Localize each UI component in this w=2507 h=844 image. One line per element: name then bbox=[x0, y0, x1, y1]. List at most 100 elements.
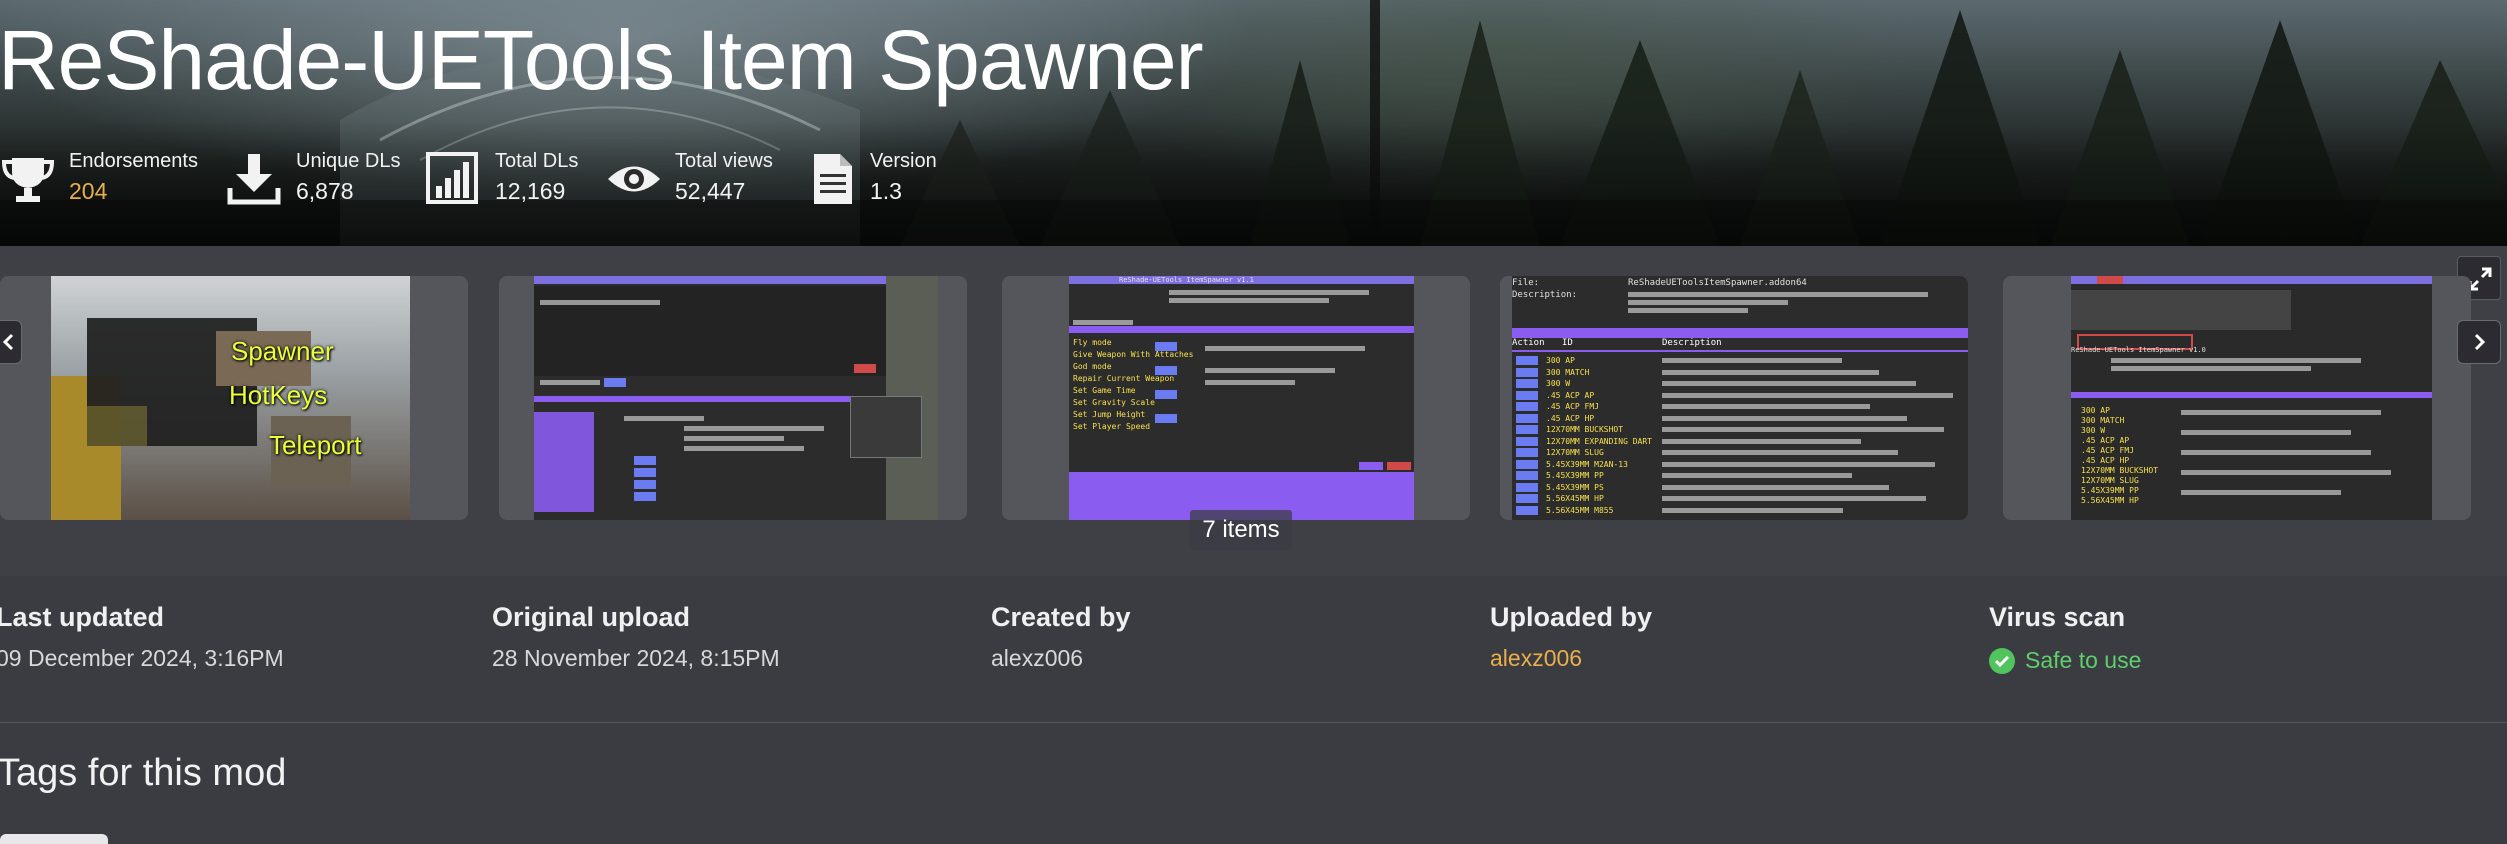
gallery-slide-2[interactable] bbox=[499, 276, 967, 520]
thumbnail-row-id: 300 MATCH bbox=[1546, 367, 1590, 377]
thumbnail-row-id: 5.45X39MM PP bbox=[1546, 471, 1604, 480]
detail-value: 28 November 2024, 8:15PM bbox=[492, 645, 780, 671]
virus-scan-value: Safe to use bbox=[2025, 647, 2142, 673]
detail-original-upload: Original upload 28 November 2024, 8:15PM bbox=[492, 602, 780, 672]
stat-value: 12,169 bbox=[495, 178, 566, 204]
thumbnail-row-id: 5.56X45MM M855 bbox=[1546, 505, 1614, 515]
detail-last-updated: Last updated 09 December 2024, 3:16PM bbox=[0, 602, 284, 672]
gallery-item-count: 7 items bbox=[1190, 510, 1292, 550]
thumbnail-row-description bbox=[1662, 461, 1935, 467]
thumbnail-row-description bbox=[1662, 369, 1879, 375]
thumbnail-row-id: .45 ACP FMJ bbox=[1546, 402, 1599, 411]
gallery-thumbnail: File: Description: ReShadeUEToolsItemSpa… bbox=[1512, 276, 1968, 520]
section-divider bbox=[0, 722, 2507, 723]
gallery-thumbnail: ReShade-UETools ItemSpawner v1.1 Fly mod… bbox=[1069, 276, 1414, 520]
thumbnail-caption: Teleport bbox=[269, 430, 362, 460]
gallery-slide-3[interactable]: ReShade-UETools ItemSpawner v1.1 Fly mod… bbox=[1002, 276, 1470, 520]
thumbnail-row-id: 5.45X39MM PS bbox=[1546, 482, 1604, 492]
thumbnail-row-description bbox=[1662, 496, 1926, 501]
thumbnail-add-button bbox=[1516, 459, 1538, 469]
thumbnail-window-title: ReShade-UETools ItemSpawner v1.1 bbox=[1119, 276, 1254, 284]
stat-label: Endorsements bbox=[69, 150, 198, 172]
thumbnail-row-description bbox=[1662, 392, 1953, 398]
gallery-next-button[interactable] bbox=[2457, 320, 2501, 364]
detail-label: Uploaded by bbox=[1490, 602, 1653, 632]
detail-label: Original upload bbox=[492, 602, 691, 632]
eye-icon bbox=[608, 166, 660, 192]
thumbnail-row-id: 300 AP bbox=[1546, 356, 1575, 365]
gallery-slide-5[interactable]: ReShade-UETools ItemSpawner v1.0 300 AP … bbox=[2003, 276, 2471, 520]
thumbnail-row-description bbox=[1662, 404, 1870, 409]
thumbnail-row-id: 12X70MM SLUG bbox=[1546, 448, 1604, 457]
detail-label: Created by bbox=[991, 602, 1131, 632]
stat-value: 52,447 bbox=[675, 178, 746, 204]
thumbnail-caption: HotKeys bbox=[229, 380, 328, 410]
stat-value: 1.3 bbox=[870, 178, 902, 204]
thumbnail-row-description bbox=[1662, 484, 1889, 490]
thumbnail-row-description bbox=[1662, 507, 1843, 513]
thumbnail-row-description bbox=[1662, 427, 1944, 432]
thumbnail-row-id: .45 ACP HP bbox=[1546, 413, 1595, 423]
thumbnail-row-id: 12X70MM EXPANDING DART bbox=[1546, 436, 1652, 446]
detail-uploaded-by: Uploaded by alexz006 bbox=[1490, 602, 1652, 672]
thumbnail-add-button bbox=[1516, 471, 1538, 480]
thumbnail-caption: Spawner bbox=[231, 336, 334, 366]
stat-label: Version bbox=[870, 150, 937, 172]
thumbnail-add-button bbox=[1516, 482, 1538, 492]
document-icon bbox=[814, 154, 852, 204]
stat-label: Unique DLs bbox=[296, 150, 401, 172]
thumbnail-add-button bbox=[1516, 448, 1538, 457]
thumbnail-row-description bbox=[1662, 450, 1898, 455]
uploader-link[interactable]: alexz006 bbox=[1490, 645, 1652, 672]
stat-label: Total views bbox=[675, 150, 773, 172]
trophy-icon bbox=[1, 158, 55, 202]
tag-chip[interactable] bbox=[0, 834, 108, 844]
thumbnail-row-id: .45 ACP AP bbox=[1546, 390, 1595, 400]
thumbnail-add-button bbox=[1516, 505, 1538, 515]
mod-title: ReShade-UETools Item Spawner bbox=[0, 13, 1204, 107]
thumbnail-add-button bbox=[1516, 379, 1538, 388]
thumbnail-add-button bbox=[1516, 436, 1538, 446]
stat-label: Total DLs bbox=[495, 150, 579, 172]
thumbnail-row-description bbox=[1662, 473, 1852, 478]
thumbnail-add-button bbox=[1516, 356, 1538, 365]
gallery-thumbnail: ReShade-UETools ItemSpawner v1.0 300 AP … bbox=[2071, 276, 2432, 520]
thumbnail-row-id: 12X70MM BUCKSHOT bbox=[1546, 425, 1624, 434]
detail-label: Virus scan bbox=[1989, 602, 2126, 632]
tags-section-title: Tags for this mod bbox=[0, 752, 287, 794]
thumbnail-row-description bbox=[1662, 381, 1916, 386]
chevron-left-icon bbox=[2, 333, 14, 351]
thumbnail-add-button bbox=[1516, 494, 1538, 503]
detail-created-by: Created by alexz006 bbox=[991, 602, 1131, 672]
gallery-thumbnail bbox=[534, 276, 938, 520]
thumbnail-add-button bbox=[1516, 413, 1538, 423]
detail-label: Last updated bbox=[0, 602, 165, 632]
thumbnail-row-description bbox=[1662, 358, 1842, 363]
bar-chart-icon bbox=[426, 152, 478, 204]
thumbnail-row-id: 5.56X45MM HP bbox=[1546, 494, 1604, 503]
detail-value: 09 December 2024, 3:16PM bbox=[0, 645, 284, 671]
stat-value: 6,878 bbox=[296, 178, 354, 204]
thumbnail-window-title: ReShade-UETools ItemSpawner v1.0 bbox=[2071, 346, 2206, 354]
gallery-thumbnail: Spawner HotKeys Teleport bbox=[51, 276, 410, 520]
thumbnail-add-button bbox=[1516, 367, 1538, 377]
thumbnail-add-button bbox=[1516, 402, 1538, 411]
thumbnail-row-id: 5.45X39MM M2AN-13 bbox=[1546, 459, 1628, 469]
mod-header: ReShade-UETools Item Spawner Endorsement… bbox=[0, 0, 2507, 246]
chevron-right-icon bbox=[2474, 333, 2486, 351]
gallery-slide-1[interactable]: Spawner HotKeys Teleport bbox=[0, 276, 468, 520]
thumbnail-row-id: 300 W bbox=[1546, 379, 1571, 388]
download-icon bbox=[227, 154, 281, 205]
thumbnail-add-button bbox=[1516, 390, 1538, 400]
stat-value: 204 bbox=[69, 178, 108, 204]
thumbnail-row-description bbox=[1662, 438, 1861, 444]
header-gradient bbox=[0, 120, 2507, 246]
checkmark-icon bbox=[1989, 647, 2015, 674]
mod-details: Last updated 09 December 2024, 3:16PM Or… bbox=[0, 576, 2507, 721]
thumbnail-row-description bbox=[1662, 415, 1907, 421]
gallery-slide-4[interactable]: File: Description: ReShadeUEToolsItemSpa… bbox=[1500, 276, 1968, 520]
thumbnail-file-name: ReShadeUEToolsItemSpawner.addon64 bbox=[1628, 278, 1807, 288]
detail-value: alexz006 bbox=[991, 645, 1084, 671]
thumbnail-add-button bbox=[1516, 425, 1538, 434]
gallery-prev-button[interactable] bbox=[0, 320, 22, 364]
